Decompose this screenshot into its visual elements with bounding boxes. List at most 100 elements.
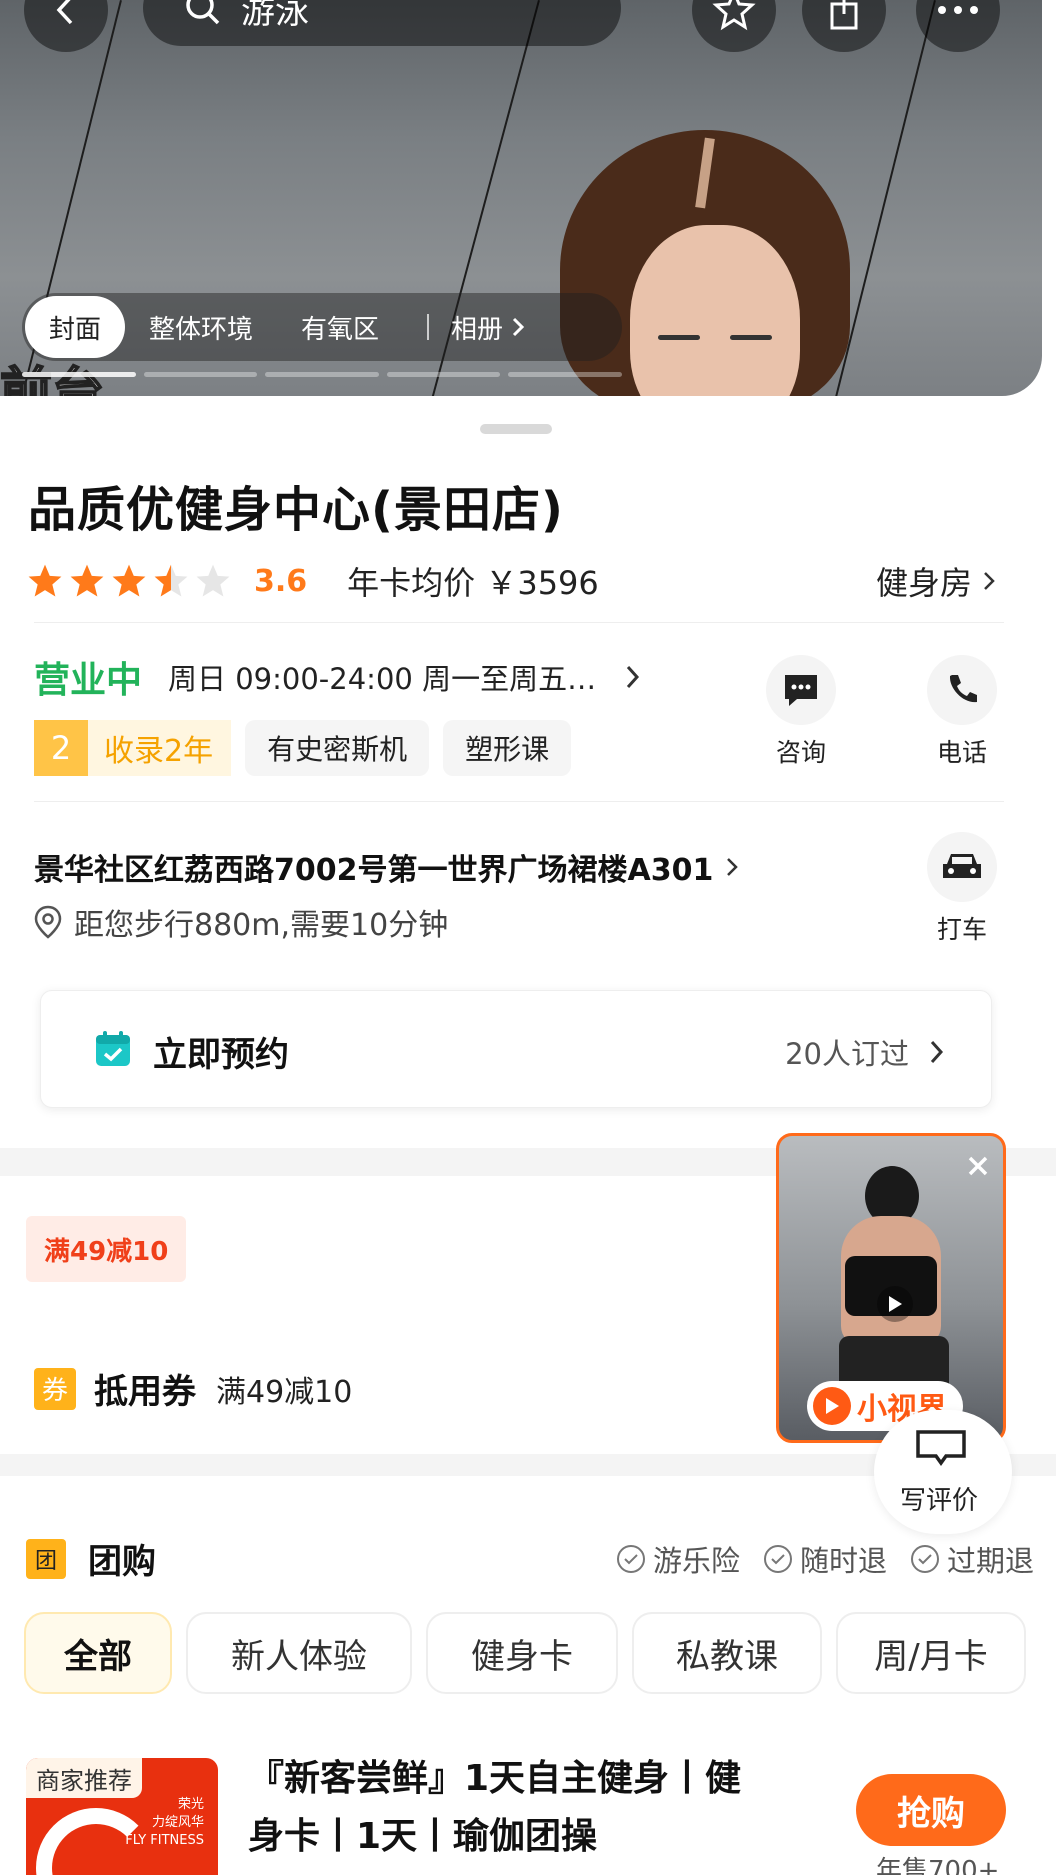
- play-icon: [826, 1398, 839, 1414]
- store-detail-page: 前台 封面 整体环境 有氧区 相册 游泳 品质优健身中心(景田店) 3.6 年卡…: [0, 0, 1056, 1875]
- category-label: 健身房: [875, 564, 972, 602]
- floating-video[interactable]: 小视界: [776, 1133, 1006, 1443]
- groupbuy-header: 团 团购: [26, 1534, 156, 1583]
- rating-row: 3.6 年卡均价 ￥3596 健身房: [26, 556, 1026, 606]
- album-link[interactable]: 相册: [435, 296, 551, 358]
- rating-score: 3.6: [254, 563, 308, 599]
- store-address[interactable]: 景华社区红荔西路7002号第一世界广场裙楼A301: [34, 845, 739, 889]
- filter-all[interactable]: 全部: [24, 1612, 172, 1694]
- check-circle-icon: [616, 1545, 645, 1573]
- album-tab-cover[interactable]: 封面: [25, 296, 126, 358]
- location-pin-icon: [34, 905, 62, 939]
- phone-label: 电话: [936, 738, 987, 767]
- phone-button[interactable]: 电话: [922, 655, 1002, 769]
- album-tab-environment[interactable]: 整体环境: [125, 296, 277, 358]
- play-icon: [889, 1296, 902, 1312]
- star-full-icon: [28, 564, 62, 597]
- merchant-recommend-badge: 商家推荐: [26, 1758, 142, 1798]
- rating-stars: [26, 562, 232, 600]
- album-tab-cardio[interactable]: 有氧区: [277, 296, 403, 358]
- check-circle-icon: [763, 1545, 792, 1573]
- write-review-button[interactable]: 写评价: [874, 1410, 1012, 1534]
- play-button[interactable]: [877, 1286, 913, 1322]
- tag-chip: 有史密斯机: [245, 720, 430, 776]
- search-query: 游泳: [241, 0, 309, 32]
- phone-icon: [949, 675, 977, 703]
- tag-chip: 塑形课: [443, 720, 572, 776]
- guarantee-item: 过期退: [909, 1538, 1034, 1580]
- star-full-icon: [70, 564, 104, 597]
- consult-label: 咨询: [775, 738, 826, 767]
- search-icon: [186, 0, 220, 25]
- guarantee-label: 随时退: [799, 1544, 887, 1578]
- voucher-badge: 券: [34, 1367, 76, 1410]
- album-tabs: 封面 整体环境 有氧区 相册: [22, 293, 622, 361]
- guarantee-item: 游乐险: [615, 1538, 740, 1580]
- sold-count: 年售700+: [876, 1856, 1000, 1875]
- business-hours[interactable]: 营业中 周日 09:00-24:00 周一至周五…: [34, 651, 642, 703]
- filter-new-user[interactable]: 新人体验: [186, 1612, 412, 1694]
- store-name: 品质优健身中心(景田店): [28, 482, 564, 538]
- category-link[interactable]: 健身房: [876, 558, 996, 604]
- open-status: 营业中: [34, 660, 143, 701]
- groupbuy-title: 团购: [88, 1542, 156, 1582]
- voucher-value: 满49减10: [216, 1374, 353, 1410]
- back-arrow-icon: [56, 0, 73, 25]
- taxi-button[interactable]: 打车: [922, 832, 1002, 946]
- drag-handle[interactable]: [480, 424, 552, 434]
- star-empty-icon: [196, 564, 230, 597]
- filter-weekly-monthly[interactable]: 周/月卡: [836, 1612, 1026, 1694]
- buy-button[interactable]: 抢购: [856, 1774, 1006, 1846]
- divider: [34, 801, 1004, 802]
- chat-icon: [785, 675, 817, 706]
- deal-image-caption: 荣光 力绽风华 FLY FITNESS: [125, 1797, 204, 1848]
- filter-personal-training[interactable]: 私教课: [632, 1612, 822, 1694]
- star-half-icon: [154, 564, 188, 597]
- guarantee-label: 游乐险: [652, 1544, 740, 1578]
- guarantee-label: 过期退: [946, 1544, 1034, 1578]
- voucher-title: 抵用券: [94, 1372, 196, 1412]
- deal-image[interactable]: 荣光 力绽风华 FLY FITNESS 商家推荐: [26, 1758, 218, 1875]
- groupbuy-filters: 全部 新人体验 健身卡 私教课 周/月卡: [24, 1612, 1026, 1694]
- edit-comment-icon: [916, 1430, 966, 1467]
- walking-distance: 距您步行880m,需要10分钟: [32, 900, 448, 944]
- hours-text: 周日 09:00-24:00 周一至周五…: [168, 662, 597, 696]
- voucher-row[interactable]: 券 抵用券 满49减10: [34, 1364, 352, 1413]
- booking-count: 20人订过: [785, 1031, 945, 1073]
- booking-label: 立即预约: [153, 1035, 289, 1075]
- check-circle-icon: [910, 1545, 939, 1573]
- booking-card[interactable]: 立即预约 20人订过: [40, 990, 992, 1108]
- address-text: 景华社区红荔西路7002号第一世界广场裙楼A301: [34, 853, 714, 888]
- carousel-progress: [22, 372, 622, 377]
- star-full-icon: [112, 564, 146, 597]
- annual-card-price: 年卡均价 ￥3596: [347, 564, 599, 602]
- listed-years-number: 2: [34, 720, 88, 776]
- taxi-label: 打车: [936, 915, 987, 944]
- car-icon: [943, 854, 981, 878]
- chevron-right-icon: [513, 317, 525, 337]
- chevron-right-icon: [930, 1040, 944, 1064]
- album-link-label: 相册: [451, 314, 504, 345]
- listed-years-tag: 2 收录2年: [34, 720, 232, 776]
- chevron-right-icon: [984, 572, 995, 590]
- guarantee-item: 随时退: [762, 1538, 887, 1580]
- album-divider: [427, 314, 430, 340]
- guarantees: 游乐险 随时退 过期退: [615, 1538, 1034, 1580]
- chevron-right-icon: [626, 665, 640, 689]
- search-bar[interactable]: 游泳: [143, 0, 621, 46]
- coupon-tag[interactable]: 满49减10: [26, 1216, 187, 1282]
- deal-title[interactable]: 『新客尝鲜』1天自主健身丨健身卡丨1天丨瑜伽团操: [248, 1750, 768, 1866]
- star-outline-icon: [712, 0, 756, 31]
- close-icon: [968, 1156, 988, 1176]
- calendar-icon: [96, 1031, 130, 1066]
- store-tags: 2 收录2年 有史密斯机 塑形课: [34, 720, 572, 776]
- close-video-button[interactable]: [967, 1150, 989, 1185]
- chevron-right-icon: [727, 858, 739, 876]
- store-photo-carousel[interactable]: 前台 封面 整体环境 有氧区 相册: [0, 0, 1042, 396]
- more-dots-icon: [938, 6, 978, 14]
- distance-text: 距您步行880m,需要10分钟: [74, 908, 449, 943]
- divider: [34, 622, 1004, 623]
- write-review-label: 写评价: [900, 1486, 979, 1516]
- consult-button[interactable]: 咨询: [761, 655, 841, 769]
- filter-fitness-card[interactable]: 健身卡: [426, 1612, 618, 1694]
